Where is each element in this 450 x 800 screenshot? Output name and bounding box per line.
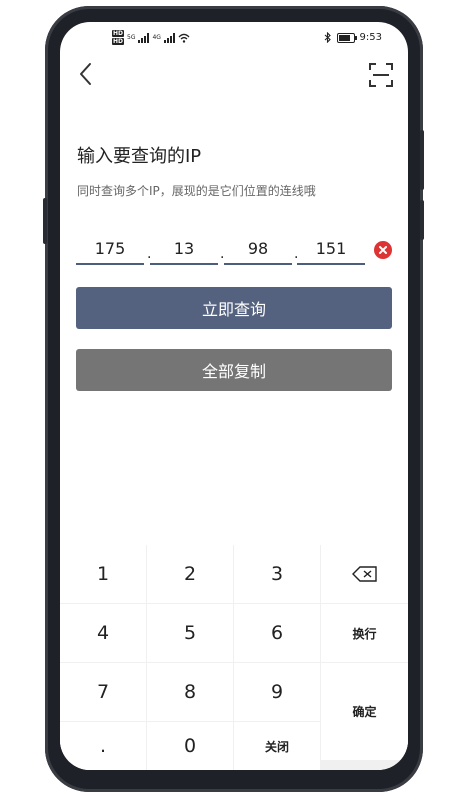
battery-icon [336, 32, 357, 43]
key-0[interactable]: 0 [147, 722, 233, 770]
key-8[interactable]: 8 [147, 663, 233, 721]
key-2[interactable]: 2 [147, 545, 233, 603]
key-1[interactable]: 1 [60, 545, 146, 603]
signal-icon [138, 32, 150, 43]
backspace-icon [351, 566, 377, 582]
key-4[interactable]: 4 [60, 604, 146, 662]
confirm-key[interactable]: 确定 [321, 663, 408, 760]
ip-octet-input-1[interactable]: 175 [76, 235, 144, 265]
screen: HD HD 5G 4G 9:53 输入要查询的IP 同时查询多个IP，展现的是它… [60, 22, 408, 770]
copy-all-button[interactable]: 全部复制 [76, 349, 392, 391]
clear-icon[interactable] [374, 241, 392, 259]
newline-key[interactable]: 换行 [321, 604, 408, 662]
key-5[interactable]: 5 [147, 604, 233, 662]
ip-octet-input-3[interactable]: 98 [224, 235, 292, 265]
network-type: 4G [152, 34, 161, 41]
phone-side-button [420, 200, 424, 240]
backspace-key[interactable] [321, 545, 408, 603]
close-keyboard-key[interactable]: 关闭 [234, 722, 320, 770]
page-subtitle: 同时查询多个IP，展现的是它们位置的连线哦 [77, 184, 316, 198]
hd-badge: HD [112, 38, 125, 45]
numeric-keypad: 1 2 3 4 5 6 换行 7 8 9 确定 . 0 关闭 [60, 545, 408, 770]
ip-octet-input-4[interactable]: 151 [297, 235, 365, 265]
key-9[interactable]: 9 [234, 663, 320, 721]
key-7[interactable]: 7 [60, 663, 146, 721]
scan-icon[interactable] [368, 62, 394, 88]
page-title: 输入要查询的IP [77, 146, 202, 167]
status-bar: HD HD 5G 4G 9:53 [60, 28, 408, 50]
signal-icon [163, 32, 175, 43]
hd-badge: HD [112, 30, 125, 37]
hd-badges: HD HD [112, 30, 125, 45]
key-6[interactable]: 6 [234, 604, 320, 662]
wifi-icon [178, 33, 190, 43]
key-3[interactable]: 3 [234, 545, 320, 603]
status-time: 9:53 [359, 32, 382, 43]
ip-octet-input-2[interactable]: 13 [150, 235, 218, 265]
phone-side-button [420, 130, 424, 190]
back-icon[interactable] [73, 60, 101, 88]
bluetooth-icon [324, 32, 331, 43]
query-button[interactable]: 立即查询 [76, 287, 392, 329]
network-type: 5G [127, 34, 136, 41]
phone-side-button [43, 198, 47, 244]
key-dot[interactable]: . [60, 722, 146, 770]
